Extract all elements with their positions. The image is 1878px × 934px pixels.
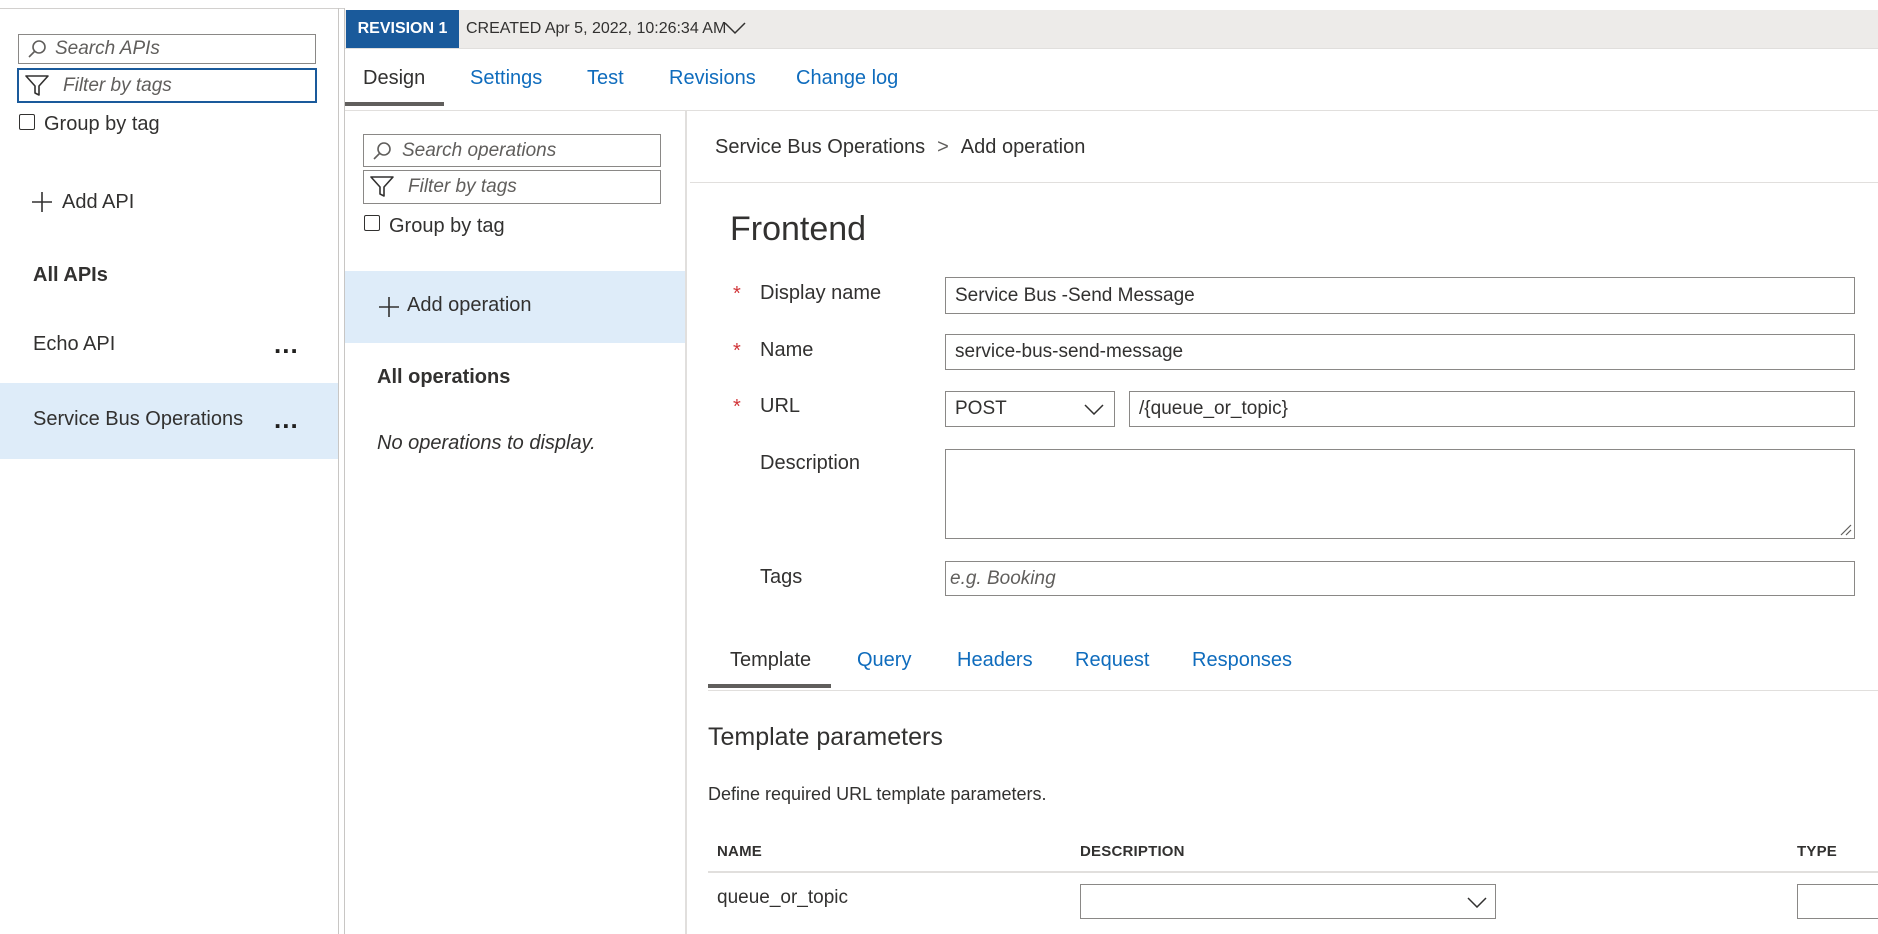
tab-settings[interactable]: Settings — [470, 67, 542, 90]
breadcrumb-api[interactable]: Service Bus Operations — [715, 136, 925, 159]
name-label: Name — [760, 339, 814, 361]
chevron-down-icon[interactable] — [723, 20, 747, 36]
more-options-icon[interactable]: ... — [274, 406, 299, 432]
add-operation-label: Add operation — [407, 294, 532, 316]
column-header-name: NAME — [717, 843, 762, 860]
name-value: service-bus-send-message — [955, 341, 1184, 362]
group-by-tag-apis-label: Group by tag — [44, 113, 160, 135]
tab-revisions[interactable]: Revisions — [669, 67, 756, 90]
tab-template[interactable]: Template — [730, 649, 811, 672]
tabs-divider — [345, 110, 1878, 111]
revision-badge: REVISION 1 — [346, 10, 459, 48]
all-operations-heading[interactable]: All operations — [377, 366, 510, 389]
parameter-type-select[interactable] — [1797, 884, 1878, 919]
filter-apis-by-tags-input[interactable]: Filter by tags — [17, 68, 317, 103]
group-by-tag-apis-checkbox[interactable] — [19, 114, 35, 130]
template-parameters-description: Define required URL template parameters. — [708, 784, 1047, 804]
breadcrumb-current: Add operation — [960, 136, 1086, 158]
tab-responses[interactable]: Responses — [1192, 649, 1292, 672]
subtabs-divider — [708, 690, 1878, 691]
search-icon — [27, 39, 47, 59]
no-operations-message: No operations to display. — [377, 432, 596, 454]
filter-icon — [25, 74, 49, 97]
frontend-title: Frontend — [730, 210, 867, 248]
add-api-button[interactable]: Add API — [30, 190, 134, 214]
tab-change-log[interactable]: Change log — [796, 67, 898, 90]
required-mark: * — [733, 340, 741, 362]
search-operations-input[interactable]: Search operations — [363, 134, 661, 167]
chevron-down-icon — [1467, 896, 1487, 908]
column-header-description: DESCRIPTION — [1080, 843, 1185, 860]
tags-label: Tags — [760, 566, 803, 588]
search-apis-placeholder: Search APIs — [55, 38, 160, 59]
display-name-label: Display name — [760, 282, 882, 304]
panel-divider — [338, 8, 339, 934]
panel-divider — [344, 8, 345, 934]
top-divider — [0, 8, 345, 9]
plus-icon — [30, 190, 54, 214]
display-name-input[interactable]: Service Bus -Send Message — [945, 277, 1855, 314]
tab-request[interactable]: Request — [1075, 649, 1150, 672]
api-item-label: Service Bus Operations — [33, 408, 244, 430]
url-template-value: /{queue_or_topic} — [1139, 398, 1288, 419]
search-icon — [372, 141, 392, 161]
description-textarea[interactable] — [945, 449, 1855, 539]
url-label: URL — [760, 395, 801, 417]
tab-design[interactable]: Design — [363, 67, 425, 90]
table-row: queue_or_topic — [708, 875, 1878, 925]
api-item-service-bus-operations[interactable]: Service Bus Operations ... — [0, 383, 338, 459]
revision-created-label[interactable]: CREATED Apr 5, 2022, 10:26:34 AM — [466, 20, 726, 38]
description-label: Description — [760, 452, 861, 474]
filter-operations-by-tags-input[interactable]: Filter by tags — [363, 170, 661, 204]
http-method-value: POST — [955, 398, 1007, 419]
tags-placeholder: e.g. Booking — [950, 567, 1056, 589]
tab-headers[interactable]: Headers — [957, 649, 1033, 672]
filter-operations-placeholder: Filter by tags — [408, 176, 517, 197]
more-options-icon[interactable]: ... — [274, 331, 299, 357]
search-operations-placeholder: Search operations — [402, 139, 557, 161]
breadcrumb-divider — [690, 182, 1878, 183]
parameter-name: queue_or_topic — [717, 887, 848, 908]
operations-divider — [685, 111, 687, 934]
all-apis-heading[interactable]: All APIs — [33, 264, 108, 287]
api-item-label: Echo API — [33, 333, 116, 355]
api-item-echo-api[interactable]: Echo API ... — [0, 321, 338, 371]
tab-query[interactable]: Query — [857, 649, 911, 672]
filter-apis-placeholder: Filter by tags — [63, 74, 172, 96]
add-api-label: Add API — [62, 190, 135, 213]
required-mark: * — [733, 396, 741, 418]
http-method-select[interactable]: POST — [945, 391, 1115, 427]
display-name-value: Service Bus -Send Message — [955, 284, 1195, 306]
tab-design-underline — [345, 102, 444, 106]
group-by-tag-operations-label: Group by tag — [389, 215, 505, 237]
required-mark: * — [733, 283, 741, 305]
breadcrumb-separator: > — [937, 136, 949, 158]
column-header-type: TYPE — [1797, 843, 1837, 860]
chevron-down-icon — [1084, 403, 1104, 415]
url-template-input[interactable]: /{queue_or_topic} — [1129, 391, 1855, 427]
add-operation-button[interactable]: Add operation — [345, 271, 685, 343]
parameter-description-select[interactable] — [1080, 884, 1496, 919]
table-header-divider — [708, 871, 1878, 873]
search-apis-input[interactable]: Search APIs — [18, 34, 316, 64]
breadcrumb: Service Bus Operations > Add operation — [715, 136, 1085, 159]
group-by-tag-operations-checkbox[interactable] — [364, 215, 380, 231]
tab-template-underline — [708, 684, 831, 688]
tab-test[interactable]: Test — [587, 67, 624, 90]
name-input[interactable]: service-bus-send-message — [945, 334, 1855, 370]
plus-icon — [377, 295, 401, 319]
tags-input[interactable]: e.g. Booking — [945, 561, 1855, 596]
resize-handle-icon[interactable] — [1840, 524, 1852, 536]
filter-icon — [370, 176, 394, 198]
template-parameters-title: Template parameters — [708, 723, 943, 751]
